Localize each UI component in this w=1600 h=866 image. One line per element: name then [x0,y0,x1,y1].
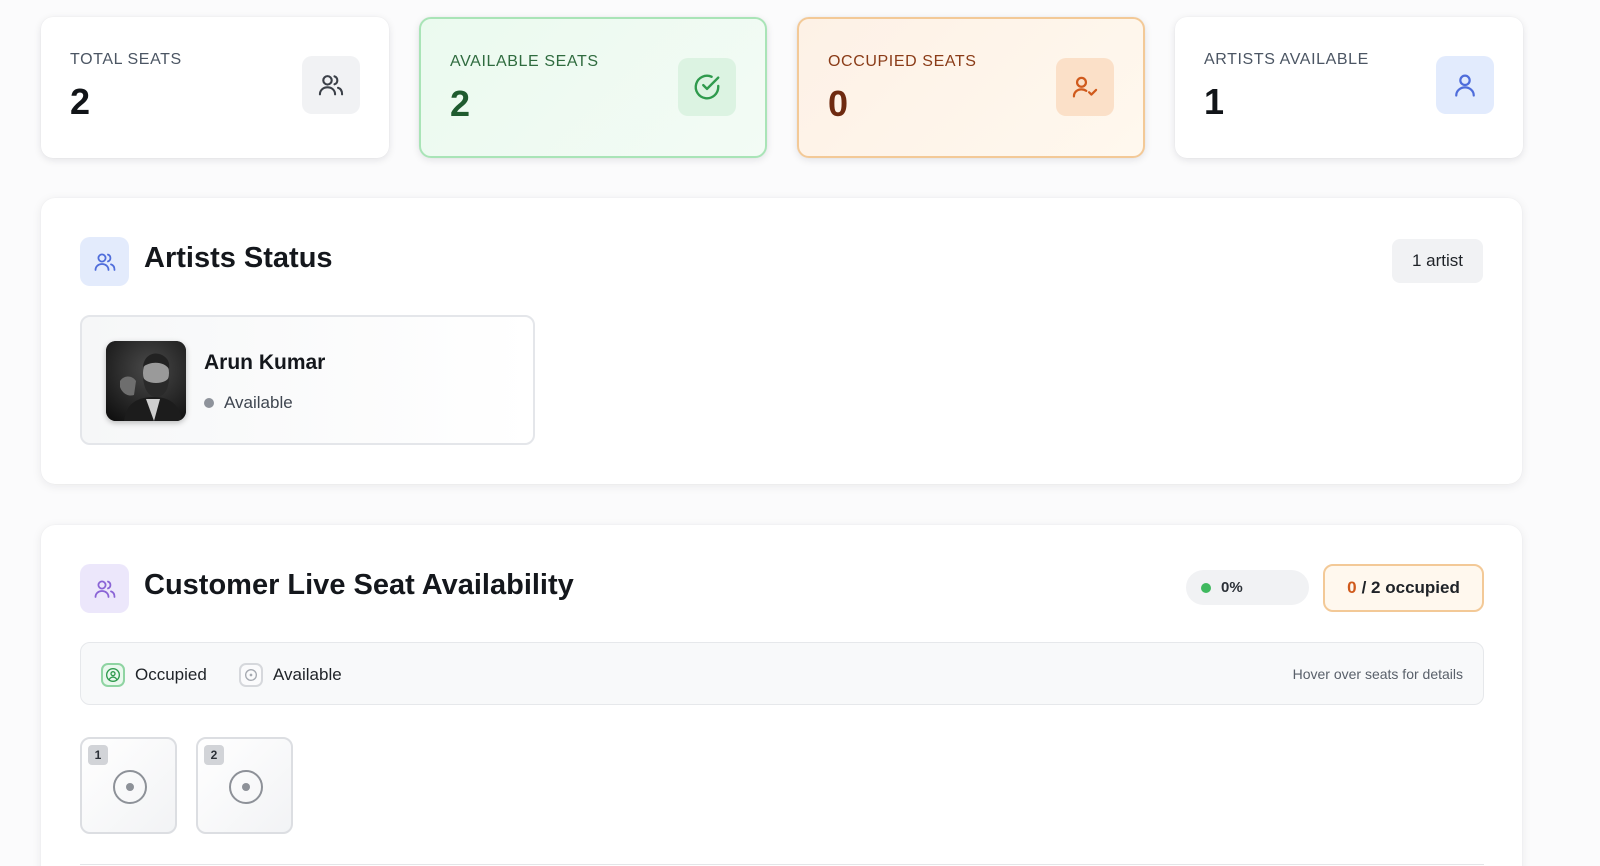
stat-value: 1 [1204,81,1225,122]
user-check-icon [1056,58,1114,116]
panel-title: Customer Live Seat Availability [144,569,574,601]
legend-occupied-label: Occupied [135,665,207,684]
stat-label: ARTISTS AVAILABLE [1204,51,1369,68]
seat-number: 2 [204,745,224,765]
users-icon [80,237,129,286]
occupied-count-badge: 0 / 2 occupied [1323,564,1484,612]
stat-label: TOTAL SEATS [70,51,182,68]
available-seats-card: AVAILABLE SEATS 2 [419,17,767,158]
avatar [106,341,186,421]
stat-label: AVAILABLE SEATS [450,53,599,70]
status-dot-icon [1201,582,1211,593]
users-icon [302,56,360,114]
circle-dot-icon [113,770,147,804]
occupied-suffix: / 2 occupied [1361,578,1460,597]
stats-row: TOTAL SEATS 2 AVAILABLE SEATS 2 OCCUPIED… [41,17,1523,158]
legend-available-label: Available [273,665,342,684]
seat-tile[interactable]: 2 [196,737,293,834]
legend-available: Available [239,663,342,687]
occupancy-percent: 0% [1221,579,1243,596]
stat-value: 2 [450,83,471,124]
occupied-count: 0 [1347,578,1357,597]
legend-occupied: Occupied [101,663,207,687]
stat-label: OCCUPIED SEATS [828,53,977,70]
users-icon [80,564,129,613]
seat-availability-panel: Customer Live Seat Availability 0% 0 / 2… [41,525,1522,866]
artist-name: Arun Kumar [204,351,326,374]
artist-card[interactable]: Arun Kumar Available [80,315,535,445]
artist-status-label: Available [224,393,293,412]
total-seats-card: TOTAL SEATS 2 [41,17,389,158]
artists-status-panel: Artists Status 1 artist Arun Kumar Avail… [41,198,1522,484]
panel-title: Artists Status [144,242,333,274]
hover-hint: Hover over seats for details [1292,666,1463,682]
check-circle-icon [678,58,736,116]
occupancy-percent-badge: 0% [1186,570,1309,605]
artist-count-badge: 1 artist [1391,239,1483,283]
artists-available-card: ARTISTS AVAILABLE 1 [1175,17,1523,158]
circle-dot-icon [229,770,263,804]
status-dot-icon [204,398,214,408]
occupied-seats-card: OCCUPIED SEATS 0 [797,17,1145,158]
stat-value: 0 [828,83,849,124]
circle-dot-icon [239,663,263,687]
seat-legend: Occupied Available Hover over seats for … [80,642,1484,705]
user-icon [101,663,125,687]
divider [80,864,1484,865]
seat-tile[interactable]: 1 [80,737,177,834]
stat-value: 2 [70,81,91,122]
seat-number: 1 [88,745,108,765]
user-icon [1436,56,1494,114]
artist-status: Available [204,393,293,413]
